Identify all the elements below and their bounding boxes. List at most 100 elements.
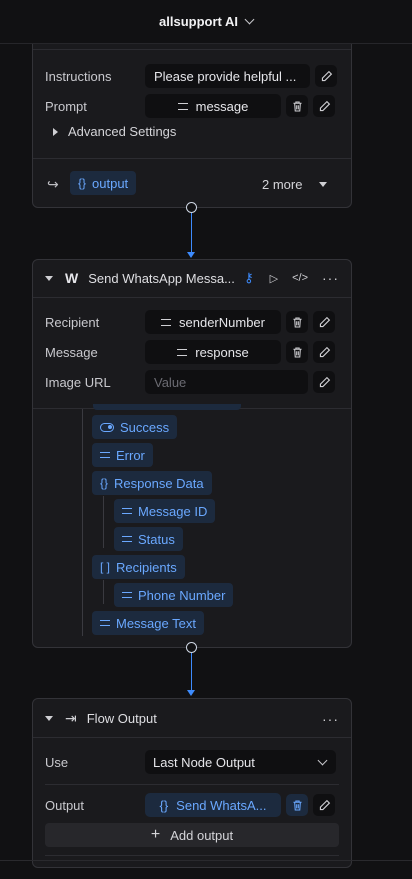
output-message-text-label: Message Text — [116, 615, 196, 631]
edit-icon[interactable] — [313, 95, 335, 117]
message-value: response — [195, 344, 249, 360]
bottom-divider — [0, 860, 412, 861]
edit-icon[interactable] — [313, 341, 335, 363]
instructions-field[interactable]: Please provide helpful ... — [145, 64, 310, 88]
prompt-row: Prompt message — [45, 94, 339, 118]
message-field[interactable]: response — [145, 340, 281, 364]
image-url-input[interactable]: Value — [145, 370, 308, 394]
connector-handle[interactable] — [186, 202, 197, 213]
trash-icon[interactable] — [286, 341, 308, 363]
text-icon — [177, 102, 188, 110]
chevron-down-icon — [317, 755, 328, 765]
recipient-label: Recipient — [45, 314, 100, 330]
top-bar: allsupport AI — [0, 0, 412, 44]
output-row: Output {} Send WhatsA... — [45, 793, 339, 817]
key-icon[interactable]: ⚷ — [244, 270, 254, 286]
output-chip-label: output — [92, 175, 129, 191]
edit-icon[interactable] — [313, 794, 335, 816]
chevron-down-icon[interactable] — [244, 14, 255, 25]
trash-icon[interactable] — [286, 794, 308, 816]
plus-icon: + — [150, 826, 161, 843]
add-output-button[interactable]: + Add output — [45, 823, 339, 847]
app-title[interactable]: allsupport AI — [159, 14, 238, 29]
image-url-placeholder: Value — [154, 374, 187, 390]
text-icon — [122, 592, 132, 598]
flow-output-header: ⇥ Flow Output ··· — [45, 710, 339, 727]
partial-chip — [93, 404, 241, 410]
instructions-value: Please provide helpful ... — [154, 68, 297, 84]
toggle-icon — [100, 422, 114, 432]
tree-line — [82, 409, 83, 636]
output-status[interactable]: Status — [114, 527, 183, 551]
use-select[interactable]: Last Node Output — [145, 750, 336, 774]
prompt-label: Prompt — [45, 98, 87, 114]
edit-icon[interactable] — [315, 65, 337, 87]
recipient-value: senderNumber — [179, 314, 265, 330]
output-error-label: Error — [116, 447, 145, 463]
output-response-data[interactable]: {} Response Data — [92, 471, 212, 495]
message-label: Message — [45, 344, 98, 360]
collapse-icon[interactable] — [45, 275, 53, 281]
whatsapp-node-header: W Send WhatsApp Messa... ⚷ ▷ </> ··· — [45, 270, 339, 286]
advanced-settings-label: Advanced Settings — [68, 124, 177, 139]
output-message-text[interactable]: Message Text — [92, 611, 204, 635]
prompt-value: message — [195, 98, 249, 114]
text-icon — [122, 508, 132, 514]
advanced-settings-row[interactable]: Advanced Settings — [53, 124, 339, 139]
image-url-row: Image URL Value — [45, 370, 339, 394]
output-chip[interactable]: {} output — [70, 171, 137, 195]
connector-handle[interactable] — [186, 642, 197, 653]
prompt-field[interactable]: message — [145, 94, 281, 118]
output-value-chip[interactable]: {} Send WhatsA... — [145, 793, 281, 817]
output-message-id-label: Message ID — [138, 503, 208, 519]
trash-icon[interactable] — [286, 311, 308, 333]
text-icon — [122, 536, 132, 542]
braces-icon: {} — [100, 476, 109, 490]
output-response-data-label: Response Data — [114, 475, 204, 491]
output-recipients-label: Recipients — [116, 559, 177, 575]
code-icon[interactable]: </> — [292, 272, 308, 284]
connector-line — [191, 653, 192, 691]
brackets-icon: [ ] — [100, 560, 111, 574]
use-label: Use — [45, 754, 69, 770]
output-error[interactable]: Error — [92, 443, 153, 467]
use-row: Use Last Node Output — [45, 750, 339, 774]
instructions-row: Instructions Please provide helpful ... — [45, 64, 339, 88]
output-success-label: Success — [120, 419, 170, 435]
braces-icon: {} — [78, 176, 87, 190]
edit-icon[interactable] — [313, 311, 335, 333]
whatsapp-node-title[interactable]: Send WhatsApp Messa... — [88, 271, 235, 286]
tree-line — [103, 580, 104, 604]
connector-arrow — [187, 690, 195, 696]
flow-output-title[interactable]: Flow Output — [87, 711, 157, 726]
text-icon — [177, 348, 188, 356]
add-output-label: Add output — [170, 827, 234, 843]
instructions-label: Instructions — [45, 68, 112, 84]
output-recipients[interactable]: [ ] Recipients — [92, 555, 185, 579]
play-icon[interactable]: ▷ — [270, 272, 278, 285]
trash-icon[interactable] — [286, 95, 308, 117]
more-options-icon[interactable]: ··· — [322, 270, 339, 286]
recipient-field[interactable]: senderNumber — [145, 310, 281, 334]
text-icon — [100, 620, 110, 626]
more-outputs-label[interactable]: 2 more — [262, 177, 302, 192]
output-value-label: Send WhatsA... — [176, 797, 267, 813]
use-select-value: Last Node Output — [153, 754, 255, 770]
output-label: Output — [45, 797, 85, 813]
connector-line — [191, 213, 192, 253]
output-message-id[interactable]: Message ID — [114, 499, 216, 523]
edit-icon[interactable] — [313, 371, 335, 393]
caret-down-icon[interactable] — [319, 182, 327, 187]
image-url-label: Image URL — [45, 374, 111, 390]
braces-icon: {} — [159, 797, 169, 813]
collapse-icon[interactable] — [45, 716, 53, 721]
caret-right-icon — [53, 127, 58, 136]
output-phone-number[interactable]: Phone Number — [114, 583, 234, 607]
connector-arrow — [187, 252, 195, 258]
more-options-icon[interactable]: ··· — [322, 711, 339, 727]
output-success[interactable]: Success — [92, 415, 178, 439]
recipient-row: Recipient senderNumber — [45, 310, 339, 334]
output-phone-number-label: Phone Number — [138, 587, 226, 603]
whatsapp-icon: W — [65, 270, 79, 286]
text-icon — [161, 318, 171, 326]
